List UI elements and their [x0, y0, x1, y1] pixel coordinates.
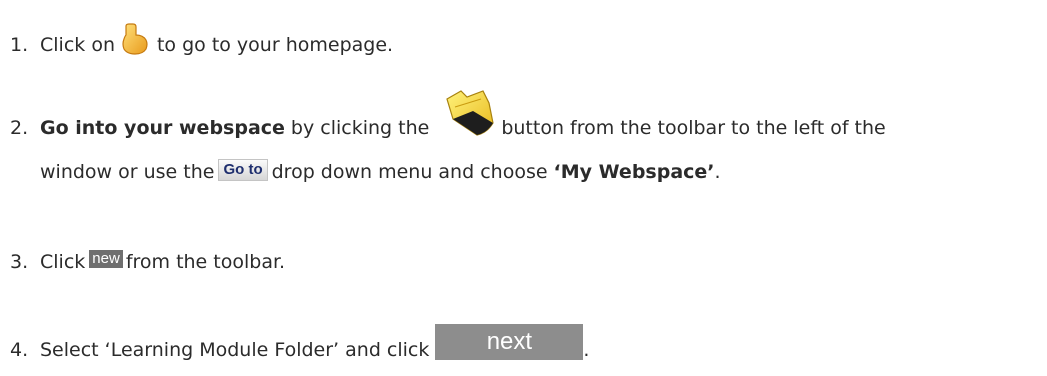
- goto-menu-badge: Go to: [218, 159, 268, 181]
- step-text-before: window or use the: [40, 161, 215, 183]
- step-number: 2.: [10, 117, 29, 139]
- next-button[interactable]: next: [435, 324, 584, 360]
- step-text-after: button from the toolbar to the left of t…: [501, 117, 886, 139]
- step-text-end: .: [714, 161, 721, 183]
- step-text: Select ‘Learning Module Folder’ and clic…: [40, 324, 590, 362]
- step-text: Click on to go to your homepage.: [40, 23, 394, 57]
- step-bold-intro: Go into your webspace: [40, 117, 285, 139]
- step-text: window or use the Go to drop down menu a…: [40, 159, 721, 184]
- home-icon: [121, 23, 149, 55]
- step-text-middle: drop down menu and choose: [271, 161, 548, 183]
- step-text-after: from the toolbar.: [125, 251, 286, 273]
- step-number: 1.: [10, 34, 29, 56]
- step-number: 3.: [10, 251, 29, 273]
- step-text-before: Select ‘Learning Module Folder’ and clic…: [40, 339, 430, 361]
- step-text-before: by clicking the: [290, 117, 430, 139]
- step-text-before: Click: [40, 251, 86, 273]
- step-text: Click new from the toolbar.: [40, 250, 285, 274]
- step-text: Go into your webspace by clicking the bu…: [40, 90, 886, 140]
- step-number: 4.: [10, 339, 29, 361]
- new-button-badge: new: [89, 250, 123, 268]
- step-text-after: .: [583, 339, 590, 361]
- step-text-after: to go to your homepage.: [156, 34, 394, 56]
- step-text-before: Click on: [40, 34, 115, 56]
- folder-icon: [443, 89, 495, 139]
- step-bold-choice: ‘My Webspace’: [553, 161, 715, 183]
